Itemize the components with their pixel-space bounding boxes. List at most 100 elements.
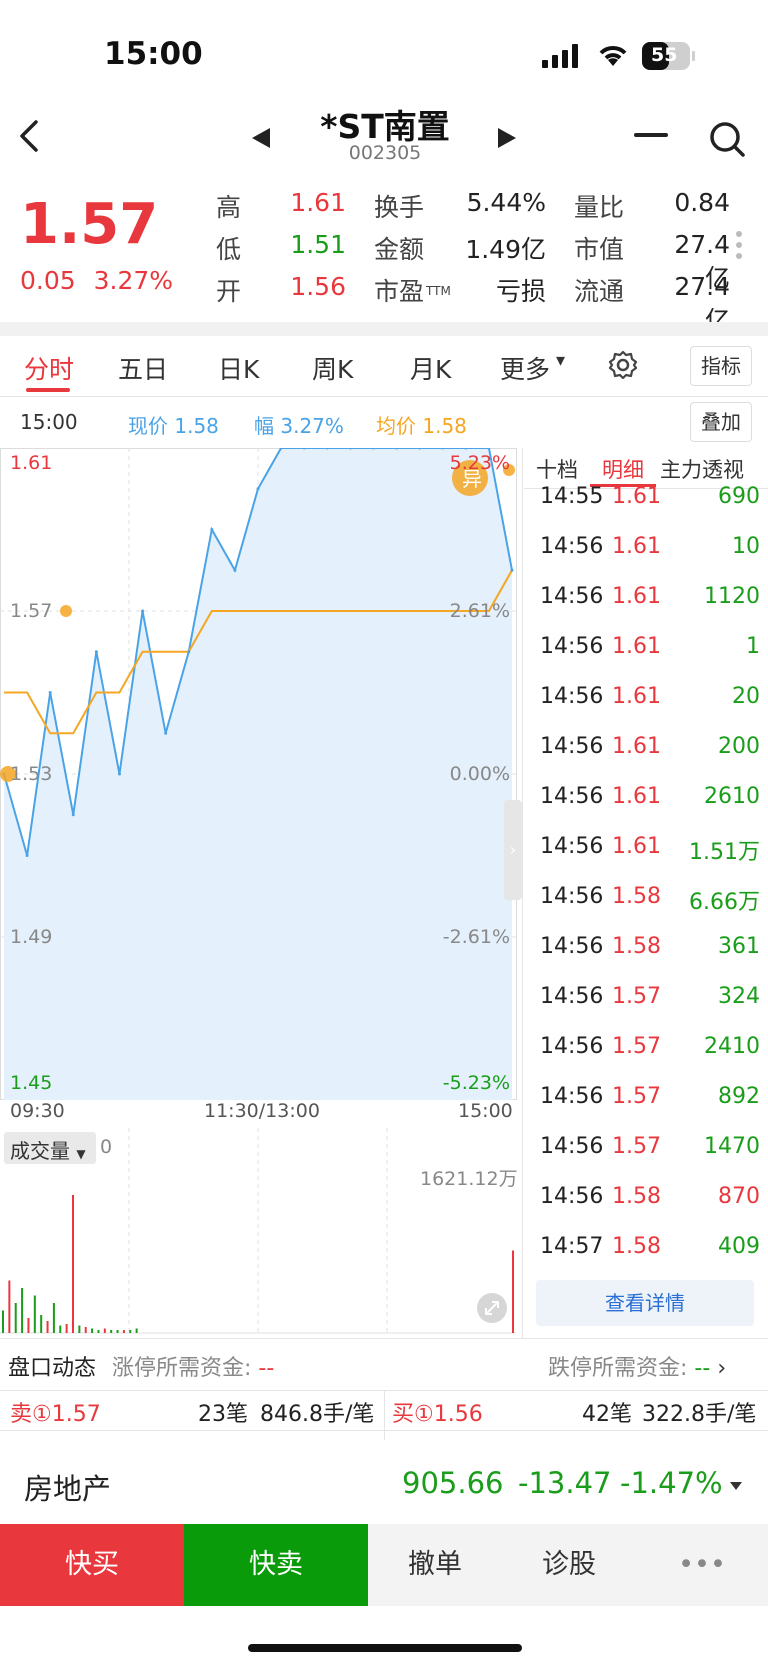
trade-detail-row: 14:55 1.61 690 [540, 484, 760, 534]
tab-period[interactable]: 五日 [118, 350, 168, 386]
chevron-right-icon: › [717, 1356, 727, 1381]
trade-time: 14:56 [540, 984, 604, 1009]
quote-stat-value: 1.61 [290, 188, 346, 217]
avg-label: 均价 [376, 414, 416, 438]
volume-selector[interactable]: 成交量 ▼ [4, 1132, 96, 1164]
volume-bar [65, 1324, 68, 1333]
price-point [141, 609, 145, 613]
search-icon[interactable] [708, 120, 746, 158]
diagnose-stock-button[interactable]: 诊股 [502, 1524, 636, 1606]
quick-buy-button[interactable]: 快买 [0, 1524, 184, 1606]
indicator-button[interactable]: 指标 [690, 346, 752, 386]
trade-price: 1.61 [612, 684, 661, 709]
y-axis-tick-left: 1.45 [10, 1072, 53, 1094]
trade-price: 1.61 [612, 834, 661, 859]
trade-time: 14:56 [540, 884, 604, 909]
quote-stat-label: 市盈 [374, 277, 425, 306]
detail-tab[interactable]: 主力透视 [660, 454, 744, 484]
x-axis-tick: 11:30/13:00 [204, 1100, 320, 1122]
buy-one: 买①1.56 [392, 1402, 483, 1427]
home-indicator[interactable] [248, 1644, 522, 1652]
volume-bar [135, 1328, 138, 1333]
tab-period[interactable]: 分时 [24, 350, 74, 386]
back-icon[interactable] [14, 118, 46, 154]
trade-time: 14:56 [540, 634, 604, 659]
quote-stat-label: 换手 [374, 193, 425, 222]
volume-bar [14, 1303, 17, 1333]
trade-price: 1.61 [612, 534, 661, 559]
y-axis-tick-left: 1.57 [10, 600, 53, 622]
trade-time: 14:56 [540, 534, 604, 559]
gear-icon[interactable] [608, 350, 638, 380]
trade-time: 14:56 [540, 784, 604, 809]
volume-bar [116, 1330, 119, 1333]
price-point [164, 731, 168, 735]
volume-bar [21, 1288, 24, 1333]
limit-down-funds[interactable]: 跌停所需资金: -- › [548, 1350, 726, 1382]
trade-detail-row: 14:56 1.57 1470 [540, 1134, 760, 1184]
volume-bar [103, 1328, 106, 1333]
trade-detail-row: 14:56 1.58 361 [540, 934, 760, 984]
panel-separator [522, 448, 523, 1338]
sector-name[interactable]: 房地产 [24, 1466, 111, 1508]
detail-tab[interactable]: 十档 [536, 454, 578, 484]
chevron-down-icon: ▾ [556, 350, 566, 371]
active-tab-underline [26, 388, 70, 392]
panel-collapse-handle[interactable]: › [504, 800, 522, 900]
sell-one-count: 23笔 [198, 1402, 248, 1427]
dropdown-triangle-icon[interactable] [730, 1482, 742, 1490]
tab-period[interactable]: 日K [218, 350, 259, 386]
trade-volume: 1 [746, 634, 760, 659]
price-point [71, 813, 75, 817]
wifi-icon [599, 46, 627, 66]
trade-volume: 870 [718, 1184, 760, 1209]
x-axis-tick: 15:00 [458, 1100, 513, 1122]
minimize-icon[interactable] [634, 133, 668, 137]
tab-period[interactable]: 月K [410, 350, 451, 386]
expand-icon[interactable] [476, 1292, 508, 1324]
trade-volume: 10 [732, 534, 760, 559]
cancel-order-button[interactable]: 撤单 [368, 1524, 502, 1606]
trade-volume: 324 [718, 984, 760, 1009]
volume-max: 1621.12万 [420, 1168, 518, 1190]
more-actions-button[interactable]: ••• [636, 1524, 768, 1606]
amp-value: 3.27% [280, 414, 344, 438]
battery-level: 55 [651, 44, 678, 66]
price-point [233, 568, 237, 572]
price-point [210, 528, 214, 531]
previous-stock-icon[interactable] [250, 126, 272, 150]
trade-time: 14:56 [540, 584, 604, 609]
trade-detail-row: 14:56 1.57 2410 [540, 1034, 760, 1084]
stock-name: *ST南置 [320, 107, 450, 146]
sell-one: 卖①1.57 [10, 1402, 101, 1427]
more-dots-icon[interactable] [736, 230, 742, 260]
trade-time: 14:56 [540, 1034, 604, 1059]
trade-price: 1.57 [612, 1134, 661, 1159]
stock-code: 002305 [348, 142, 422, 164]
quote-stat-label: 高 [216, 193, 242, 222]
current-price-info: 现价 1.58 [128, 410, 219, 439]
average-price-info: 均价 1.58 [376, 410, 467, 439]
detail-tab[interactable]: 明细 [602, 454, 644, 484]
tab-period[interactable]: 更多 [500, 350, 550, 386]
y-axis-tick-right: 0.00% [449, 763, 510, 785]
trade-detail-row: 14:56 1.57 892 [540, 1084, 760, 1134]
volume-bar [8, 1280, 11, 1333]
order-book-split [384, 1390, 385, 1440]
avg-marker [60, 605, 72, 617]
quick-sell-button[interactable]: 快卖 [184, 1524, 368, 1606]
overlay-button[interactable]: 叠加 [690, 402, 752, 442]
trade-price: 1.57 [612, 1084, 661, 1109]
trade-volume: 690 [718, 484, 760, 509]
limit-down-label: 跌停所需资金: [548, 1356, 688, 1381]
trade-detail-row: 14:56 1.61 200 [540, 734, 760, 784]
tab-period[interactable]: 周K [312, 350, 353, 386]
next-stock-icon[interactable] [496, 126, 518, 150]
trade-detail-row: 14:56 1.61 1.51万 [540, 834, 760, 884]
volume-bar [59, 1325, 62, 1333]
chevron-down-icon: ▼ [76, 1147, 86, 1161]
trade-volume: 2610 [704, 784, 760, 809]
trade-volume: 361 [718, 934, 760, 959]
row-divider [0, 1338, 768, 1339]
view-details-button[interactable]: 查看详情 [536, 1280, 754, 1326]
